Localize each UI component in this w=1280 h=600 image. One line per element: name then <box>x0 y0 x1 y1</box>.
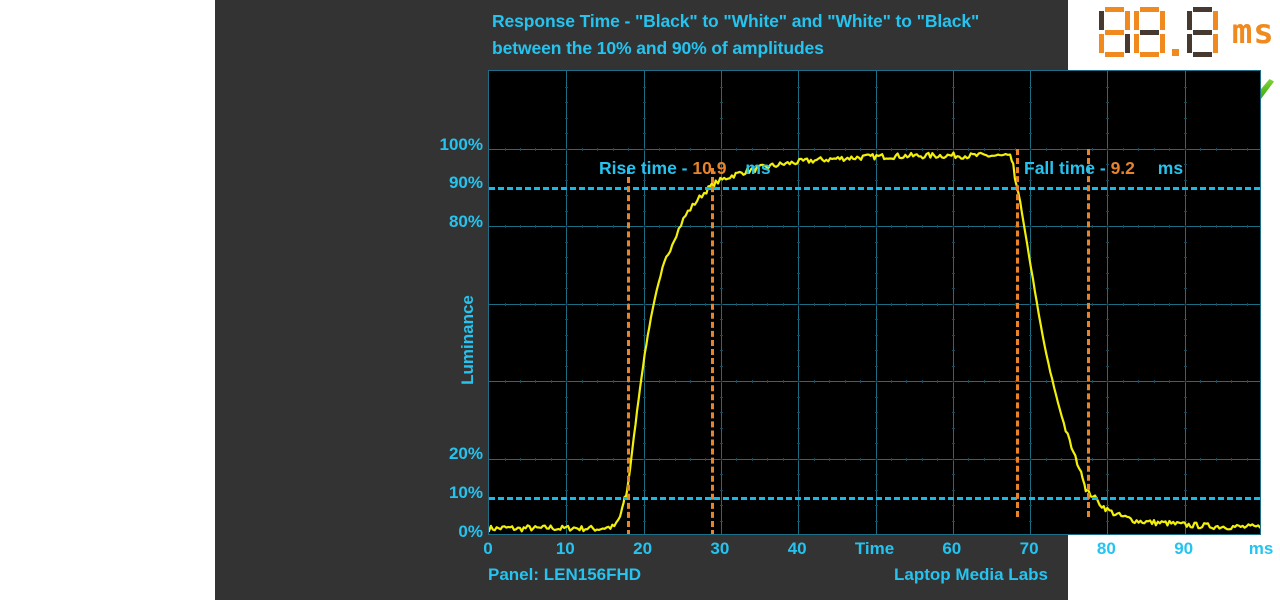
seven-segment-digit-2 <box>1099 6 1130 58</box>
y-tick-label-10: 10% <box>448 483 483 502</box>
y-tick-label-100: 100% <box>439 135 483 154</box>
x-tick-label-50: Time <box>854 539 895 558</box>
fall-time-label: Fall time - <box>1024 158 1106 178</box>
seven-segment-decimal-point <box>1170 6 1183 58</box>
x-tick-label-90: 90 <box>1174 539 1194 558</box>
x-tick-label-70: 70 <box>1019 539 1039 558</box>
fall-time-annotation: Fall time - 9.2 ms <box>1024 158 1183 179</box>
response-time-readout: ms <box>1099 6 1279 62</box>
rise-time-annotation: Rise time - 10.9 ms <box>599 158 771 179</box>
x-tick-label-100: ms <box>1248 539 1274 558</box>
marker-rise-end-90pct <box>710 167 714 534</box>
marker-fall-start-90pct <box>1016 148 1020 517</box>
page-title: Response Time - "Black" to "White" and "… <box>492 8 1132 62</box>
x-tick-label-0: 0 <box>483 539 493 558</box>
marker-rise-start-10pct <box>626 167 630 534</box>
title-line-2: between the 10% and 90% of amplitudes <box>492 38 824 58</box>
fall-time-value: 9.2 <box>1110 158 1135 178</box>
y-axis-title: Luminance <box>458 295 477 385</box>
seven-segment-digit-1 <box>1187 6 1219 58</box>
x-tick-label-20: 20 <box>633 539 653 558</box>
rise-time-label: Rise time - <box>599 158 688 178</box>
y-tick-label-90: 90% <box>448 173 483 192</box>
luminance-trace <box>489 71 1260 534</box>
title-line-1: Response Time - "Black" to "White" and "… <box>492 11 980 31</box>
y-tick-label-20: 20% <box>448 444 483 463</box>
instrument-panel: Response Time - "Black" to "White" and "… <box>215 0 1274 600</box>
marker-fall-end-10pct <box>1087 148 1091 517</box>
rise-time-unit: ms <box>745 158 771 178</box>
seven-segment-digit-0 <box>1134 6 1166 58</box>
y-tick-label-80: 80% <box>448 212 483 231</box>
readout-unit: ms <box>1231 12 1275 52</box>
x-tick-label-80: 80 <box>1096 539 1116 558</box>
fall-time-unit: ms <box>1157 158 1184 178</box>
x-axis: 0 10 20 30 40 Time 60 70 80 90 ms <box>483 539 1278 565</box>
x-tick-label-10: 10 <box>555 539 575 558</box>
rise-time-value: 10.9 <box>692 158 727 178</box>
y-tick-label-0: 0% <box>458 522 483 541</box>
threshold-line-90pct <box>489 187 1260 191</box>
x-tick-label-30: 30 <box>710 539 730 558</box>
chart-plot-area: Rise time - 10.9 ms Fall time - 9.2 ms <box>488 70 1261 535</box>
x-tick-label-40: 40 <box>787 539 807 558</box>
x-tick-label-60: 60 <box>942 539 962 558</box>
threshold-line-10pct <box>489 497 1260 501</box>
screenshot-root: Response Time - "Black" to "White" and "… <box>0 0 1280 600</box>
credit-label: Laptop Media Labs <box>894 565 1048 584</box>
panel-model-label: Panel: LEN156FHD <box>488 565 642 584</box>
y-axis: 100% 90% 80% 20% 10% 0% Luminance <box>430 0 483 600</box>
